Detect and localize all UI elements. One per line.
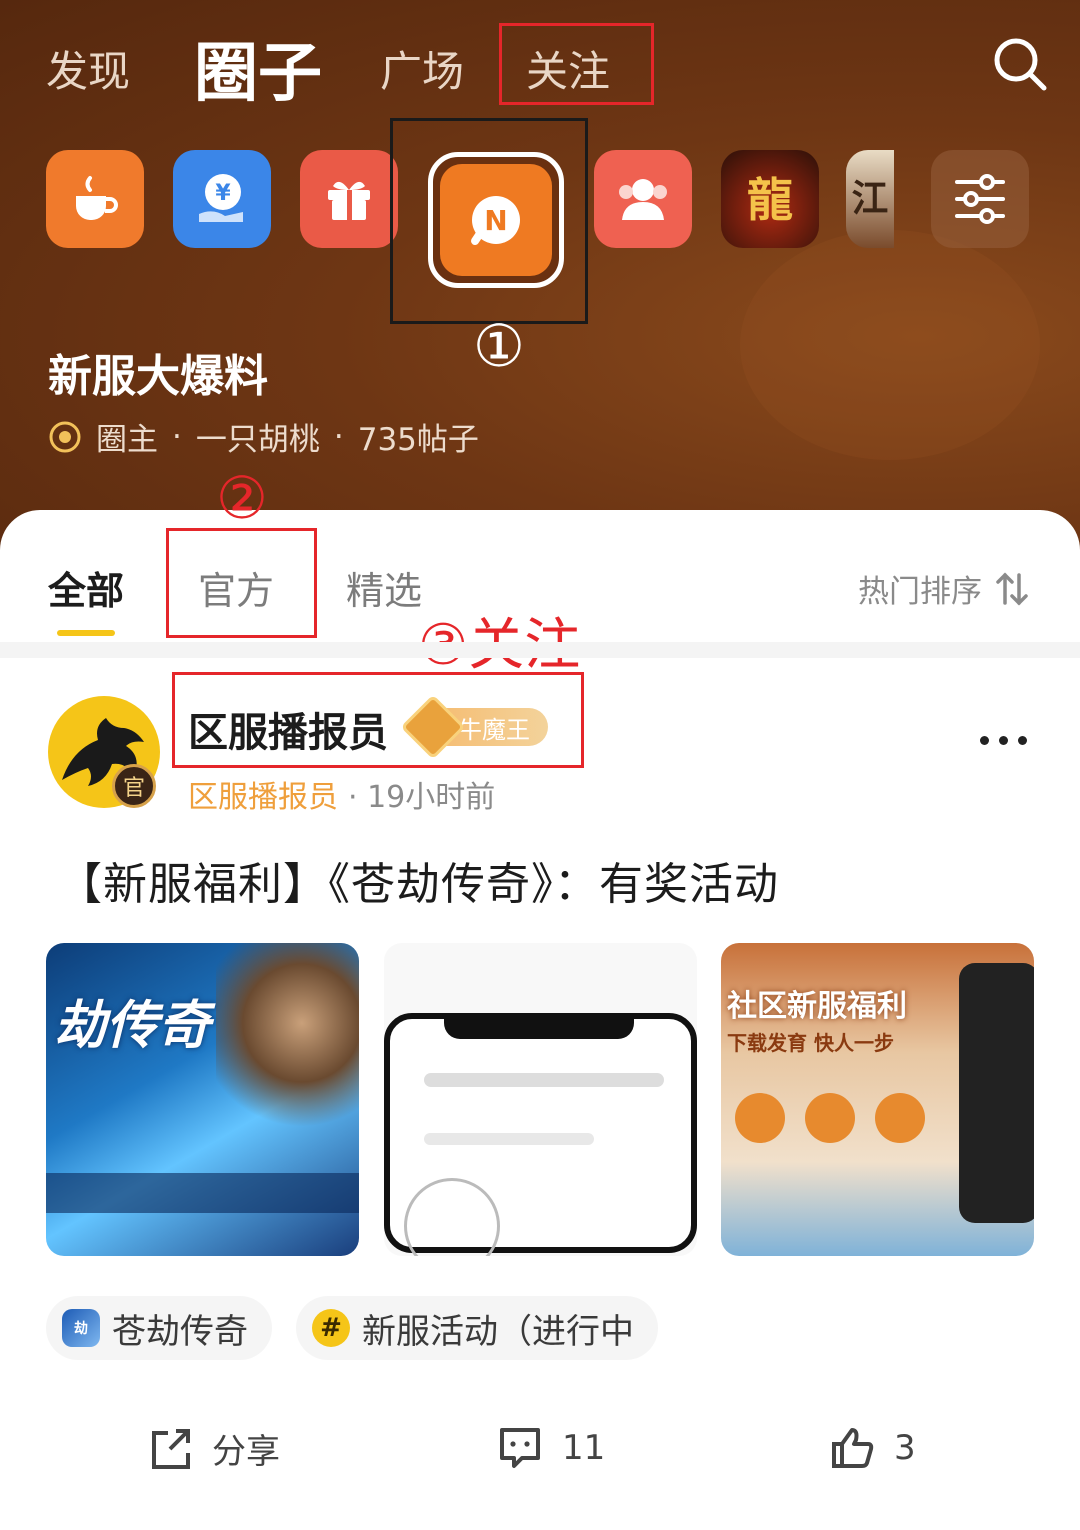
placeholder-line [424, 1073, 664, 1087]
hero-figure [216, 943, 359, 1143]
owner-label: 圈主 [96, 422, 158, 458]
placeholder-line [424, 1133, 594, 1145]
post-title[interactable]: 【新服福利】《苍劫传奇》：有奖活动 [58, 848, 779, 912]
comment-count: 11 [562, 1428, 606, 1468]
n-circle-icon[interactable]: N [428, 152, 564, 288]
share-button[interactable]: 分享 [146, 1424, 280, 1473]
sort-button[interactable]: 热门排序 [858, 566, 1030, 611]
owner-target-icon [49, 421, 81, 452]
yuan-circle-icon[interactable]: ¥ [173, 150, 271, 248]
coffee-circle-icon[interactable] [46, 150, 144, 248]
feature-icon [805, 1093, 855, 1143]
thumbs-up-icon [832, 1428, 874, 1468]
dragon-game-icon[interactable]: 龍 [721, 150, 819, 248]
tag-label: 新服活动（进行中 [362, 1311, 634, 1352]
annotation-step-2: ② [216, 464, 268, 532]
post-author-link[interactable]: 区服播报员 [188, 772, 338, 816]
annotation-step-3: ③关注 [418, 600, 580, 681]
circle-title: 新服大爆料 [48, 351, 268, 402]
users-circle-icon[interactable] [594, 150, 692, 248]
circle-meta: 圈主 · 一只胡桃 · 735帖子 [48, 414, 479, 459]
image-caption: 社区新服福利 [727, 989, 907, 1024]
tab-circles[interactable]: 圈子 [194, 22, 322, 114]
game-tag-icon: 劫 [62, 1309, 100, 1347]
official-badge: 官 [112, 764, 156, 808]
feature-icon [735, 1093, 785, 1143]
share-label: 分享 [212, 1432, 280, 1472]
post-count: 735帖子 [357, 422, 479, 458]
share-icon [152, 1428, 190, 1469]
active-tab-indicator [57, 630, 115, 636]
image-subcaption: 下载发育 快人一步 [727, 1031, 894, 1055]
subtab-all[interactable]: 全部 [48, 560, 124, 615]
post-image-3[interactable]: 社区新服福利 下载发育 快人一步 [721, 943, 1034, 1256]
svg-text:N: N [484, 204, 507, 237]
phone-preview [959, 963, 1034, 1223]
annotation-step-1: ① [473, 312, 525, 380]
search-icon[interactable] [992, 36, 1048, 92]
phone-notch [444, 1013, 634, 1039]
tag-label: 苍劫传奇 [112, 1311, 248, 1352]
hashtag-icon: # [312, 1309, 350, 1347]
meta-dot: · [172, 418, 182, 455]
filter-settings-icon[interactable] [931, 150, 1029, 248]
jianghu-game-icon[interactable]: 江 [846, 150, 894, 248]
section-divider [0, 642, 1080, 658]
annotation-box-author [172, 672, 584, 768]
tag-chip-game[interactable]: 劫 苍劫传奇 [46, 1296, 272, 1360]
image-banner [46, 1173, 359, 1213]
subtab-featured[interactable]: 精选 [346, 560, 422, 615]
svg-text:¥: ¥ [215, 181, 231, 206]
post-image-2[interactable] [384, 943, 697, 1256]
svg-text:龍: 龍 [747, 173, 793, 227]
gift-circle-icon[interactable] [300, 150, 398, 248]
tab-discover[interactable]: 发现 [46, 38, 130, 99]
like-count: 3 [894, 1428, 916, 1468]
post-time: · 19小时前 [348, 780, 496, 815]
feature-icon [875, 1093, 925, 1143]
post-image-1[interactable]: 劫传奇 [46, 943, 359, 1256]
image-caption: 劫传奇 [54, 996, 211, 1056]
comment-button[interactable]: 11 [496, 1424, 605, 1472]
svg-text:江: 江 [852, 177, 889, 220]
annotation-box-following [499, 23, 654, 105]
more-options-icon[interactable] [980, 736, 1027, 745]
sort-label: 热门排序 [858, 574, 982, 610]
tab-plaza[interactable]: 广场 [380, 38, 464, 99]
tag-chip-topic[interactable]: # 新服活动（进行中 [296, 1296, 658, 1360]
post-meta: 区服播报员 · 19小时前 [188, 772, 495, 816]
comment-icon [500, 1428, 540, 1468]
owner-name[interactable]: 一只胡桃 [196, 414, 320, 459]
annotation-box-official [166, 528, 317, 638]
like-button[interactable]: 3 [828, 1424, 916, 1472]
meta-dot: · [333, 418, 344, 455]
sort-arrows-icon [996, 572, 1028, 605]
